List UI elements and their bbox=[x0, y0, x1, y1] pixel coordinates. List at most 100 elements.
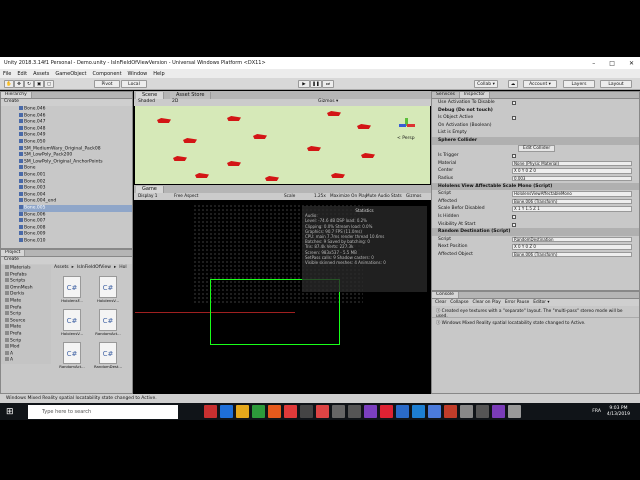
app-icon[interactable] bbox=[300, 405, 313, 418]
close-icon[interactable]: ✕ bbox=[629, 60, 634, 67]
scale-value[interactable]: 1.25x bbox=[314, 193, 326, 198]
inspector-row[interactable]: Script RandomDestination bbox=[432, 236, 639, 244]
app-icon[interactable] bbox=[284, 405, 297, 418]
folder-item[interactable]: Mate bbox=[1, 324, 51, 331]
script-file[interactable]: C# RandomAct... bbox=[93, 309, 123, 336]
minimize-icon[interactable]: – bbox=[592, 60, 595, 67]
app-icon[interactable] bbox=[396, 405, 409, 418]
script-file[interactable]: C# HololensV... bbox=[93, 276, 123, 303]
maximize-on-play-toggle[interactable]: Maximize On Play bbox=[330, 193, 367, 198]
script-file[interactable]: C# RandomDest... bbox=[93, 342, 123, 369]
inspector-row[interactable]: Center X 0 Y 0 Z 0 bbox=[432, 167, 639, 175]
folder-item[interactable]: Scrip bbox=[1, 311, 51, 318]
folder-item[interactable]: Materials bbox=[1, 265, 51, 272]
hierarchy-item[interactable]: SM_LowPoly_Pack200 bbox=[19, 152, 132, 159]
tab-asset-store[interactable]: Asset Store bbox=[170, 92, 212, 99]
console-message[interactable]: ⓘ Windows Mixed Reality spatial locatabi… bbox=[432, 318, 639, 330]
hierarchy-item[interactable]: SM_LowPoly_Original_AnchorPoints bbox=[19, 158, 132, 166]
inspector-field[interactable]: Bone.006 (Transform) bbox=[512, 251, 632, 258]
app-icon[interactable] bbox=[252, 405, 265, 418]
inspector-row[interactable]: Material None (Physic Material) bbox=[432, 160, 639, 168]
scene-view[interactable]: < Persp bbox=[135, 106, 430, 184]
menu-help[interactable]: Help bbox=[153, 71, 164, 77]
tab-console[interactable]: Console bbox=[432, 292, 459, 298]
menu-edit[interactable]: Edit bbox=[17, 71, 27, 77]
app-icon[interactable] bbox=[380, 405, 393, 418]
hierarchy-item[interactable]: Bone.009 bbox=[19, 231, 132, 238]
app-icon[interactable] bbox=[364, 405, 377, 418]
inspector-row[interactable]: Sphere Collider bbox=[432, 136, 639, 145]
menu-assets[interactable]: Assets bbox=[33, 71, 49, 77]
inspector-row[interactable]: Affected Object Bone.006 (Transform) bbox=[432, 251, 639, 259]
account-dropdown[interactable]: Account ▾ bbox=[523, 80, 557, 88]
language-indicator[interactable]: FRA bbox=[592, 409, 601, 414]
app-icon[interactable] bbox=[460, 405, 473, 418]
checkbox[interactable] bbox=[512, 154, 516, 159]
hierarchy-item[interactable]: Bone.007 bbox=[19, 218, 132, 225]
maximize-icon[interactable]: □ bbox=[609, 60, 615, 67]
hierarchy-item[interactable]: Bone.005 bbox=[19, 204, 132, 212]
app-icon[interactable] bbox=[332, 405, 345, 418]
tab-services[interactable]: Services bbox=[432, 92, 460, 98]
script-file[interactable]: C# HololensF... bbox=[57, 276, 87, 303]
hierarchy-item[interactable]: Bone.002 bbox=[19, 178, 132, 186]
project-create[interactable]: Create bbox=[1, 257, 132, 264]
hierarchy-item[interactable]: Bone.010 bbox=[19, 237, 132, 245]
move-tool-icon[interactable]: ✥ bbox=[14, 80, 24, 88]
pivot-button[interactable]: Pivot bbox=[94, 80, 120, 88]
app-icon[interactable] bbox=[316, 405, 329, 418]
inspector-field[interactable]: Bone.006 (Transform) bbox=[512, 198, 632, 205]
display-dropdown[interactable]: Display 1 bbox=[138, 193, 157, 198]
console-message[interactable]: ⓘ Created eye textures with a "separate"… bbox=[432, 306, 639, 319]
inspector-row[interactable]: Scale Befor Disabled X 1 Y 1.5 Z 1 bbox=[432, 205, 639, 213]
folder-item[interactable]: Source bbox=[1, 317, 51, 325]
inspector-field[interactable]: X 1 Y 1.5 Z 1 bbox=[512, 206, 632, 212]
inspector-row[interactable]: Affected Bone.006 (Transform) bbox=[432, 198, 639, 206]
inspector-field[interactable]: RandomDestination bbox=[512, 236, 632, 243]
hierarchy-item[interactable]: Bone.047 bbox=[19, 119, 132, 126]
console-clear-on-play-button[interactable]: Clear on Play bbox=[473, 299, 501, 306]
inspector-row[interactable]: Is Object Active bbox=[432, 114, 639, 122]
hand-tool-icon[interactable]: ✋ bbox=[4, 80, 14, 88]
inspector-row[interactable]: Use Activation To Disable bbox=[432, 99, 639, 107]
hierarchy-item[interactable]: Bone.001 bbox=[19, 171, 132, 179]
inspector-row[interactable]: Is Trigger bbox=[432, 152, 639, 160]
hierarchy-item[interactable]: Bone bbox=[19, 165, 132, 172]
rect-tool-icon[interactable]: ▢ bbox=[44, 80, 54, 88]
visual-studio-icon[interactable] bbox=[492, 405, 505, 418]
folder-item[interactable]: OmnMesh bbox=[1, 284, 51, 292]
folder-item[interactable]: A bbox=[1, 350, 51, 358]
inspector-field[interactable]: X 0 Y 0 Z 0 bbox=[512, 168, 632, 174]
hierarchy-item[interactable]: SM_MediumWary_Original_Pack08 bbox=[19, 145, 132, 153]
game-gizmos-dropdown[interactable]: Gizmos bbox=[406, 193, 421, 198]
menu-gameobject[interactable]: GameObject bbox=[55, 71, 86, 77]
tab-scene[interactable]: Scene bbox=[136, 92, 165, 99]
inspector-row[interactable]: Next Position X 0 Y 0 Z 0 bbox=[432, 243, 639, 251]
folder-item[interactable]: Prefa bbox=[1, 304, 51, 312]
console-editor-dropdown[interactable]: Editor ▾ bbox=[533, 299, 549, 306]
inspector-row[interactable]: Random Destination (Script) bbox=[432, 228, 639, 236]
tab-hierarchy[interactable]: Hierarchy bbox=[1, 92, 32, 98]
folder-item[interactable]: Derkis bbox=[1, 291, 51, 298]
folder-item[interactable]: Mate bbox=[1, 297, 51, 305]
app-icon[interactable] bbox=[268, 405, 281, 418]
shaded-dropdown[interactable]: Shaded bbox=[138, 99, 155, 104]
console-collapse-button[interactable]: Collapse bbox=[450, 299, 468, 306]
app-icon[interactable] bbox=[348, 405, 361, 418]
inspector-row[interactable]: Script HololensViewAffectableMono bbox=[432, 190, 639, 198]
hierarchy-create[interactable]: Create bbox=[1, 99, 132, 106]
console-clear-button[interactable]: Clear bbox=[435, 299, 446, 306]
breadcrumb-assets[interactable]: Assets bbox=[54, 265, 69, 270]
console-error-pause-button[interactable]: Error Pause bbox=[505, 299, 529, 306]
inspector-field[interactable]: HololensViewAffectableMono bbox=[512, 191, 632, 197]
app-icon[interactable] bbox=[444, 405, 457, 418]
tab-project[interactable]: Project bbox=[1, 250, 26, 256]
inspector-row[interactable]: Visibility At Start bbox=[432, 221, 639, 229]
scale-tool-icon[interactable]: ▣ bbox=[34, 80, 44, 88]
app-icon[interactable] bbox=[476, 405, 489, 418]
hierarchy-item[interactable]: Bone.049 bbox=[19, 132, 132, 139]
inspector-field[interactable]: 0.003 bbox=[512, 175, 632, 182]
tab-game[interactable]: Game bbox=[136, 186, 164, 193]
folder-item[interactable]: Mod bbox=[1, 344, 51, 351]
hierarchy-item[interactable]: Bone.050 bbox=[19, 138, 132, 146]
